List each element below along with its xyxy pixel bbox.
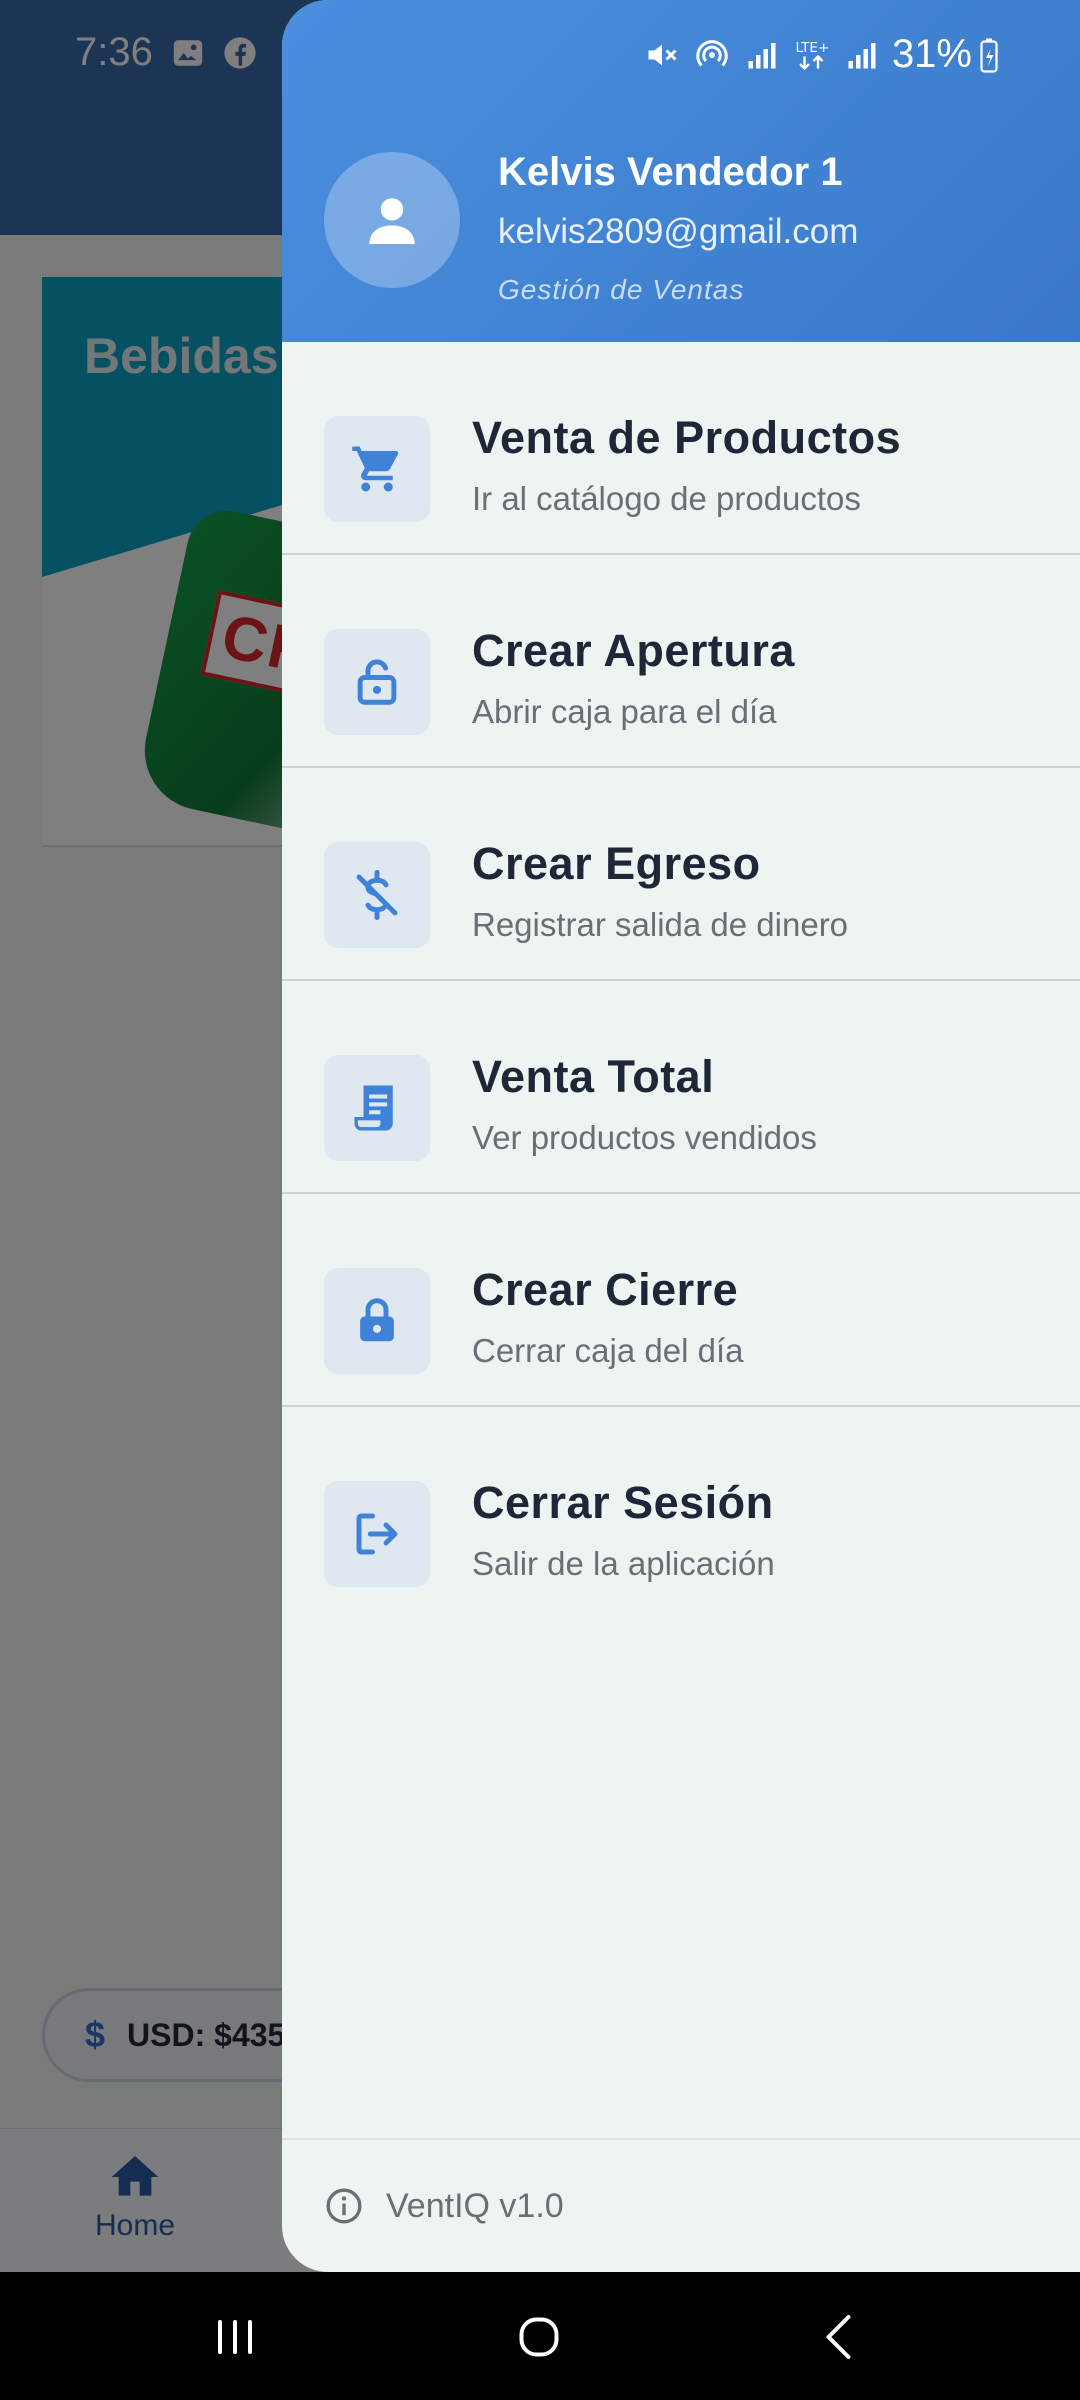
info-icon (326, 2188, 362, 2224)
drawer-menu: Venta de Productos Ir al catálogo de pro… (282, 342, 1080, 1620)
menu-item-title: Crear Egreso (472, 838, 761, 889)
menu-item-subtitle: Ver productos vendidos (472, 1119, 817, 1156)
menu-item-subtitle: Registrar salida de dinero (472, 906, 849, 943)
cart-icon (352, 446, 399, 492)
signal-icon (848, 42, 876, 68)
mute-icon (648, 44, 677, 65)
lte-text: LTE+ (795, 40, 829, 56)
menu-item-subtitle: Abrir caja para el día (472, 693, 777, 730)
recent-apps-button[interactable] (200, 2302, 270, 2372)
lte-icon: LTE+ (795, 40, 829, 70)
drawer-footer: VentIQ v1.0 (282, 2138, 1080, 2272)
unlock-icon (357, 659, 397, 705)
menu-item-crear-cierre[interactable]: Crear Cierre Cerrar caja del día (282, 1194, 1080, 1407)
hotspot-icon (696, 39, 728, 67)
menu-item-subtitle: Cerrar caja del día (472, 1332, 744, 1369)
menu-item-venta-total[interactable]: Venta Total Ver productos vendidos (282, 981, 1080, 1194)
user-role: Gestión de Ventas (498, 274, 745, 305)
receipt-icon (354, 1085, 393, 1131)
menu-item-title: Crear Cierre (472, 1264, 739, 1315)
menu-item-subtitle: Ir al catálogo de productos (472, 480, 861, 517)
lock-icon (360, 1298, 394, 1342)
navigation-drawer: LTE+ 31% Kelvis Vendedor 1 kelvis2809@gm… (282, 0, 1080, 2272)
menu-item-venta-productos[interactable]: Venta de Productos Ir al catálogo de pro… (282, 342, 1080, 555)
recent-apps-icon (218, 2320, 252, 2354)
logout-icon (356, 1513, 398, 1555)
back-icon (826, 2315, 851, 2359)
home-button[interactable] (504, 2302, 574, 2372)
back-button[interactable] (806, 2302, 876, 2372)
app-version: VentIQ v1.0 (386, 2186, 564, 2225)
avatar (324, 152, 460, 288)
user-email: kelvis2809@gmail.com (498, 212, 859, 251)
drawer-header: LTE+ 31% Kelvis Vendedor 1 kelvis2809@gm… (282, 0, 1080, 342)
menu-item-cerrar-sesion[interactable]: Cerrar Sesión Salir de la aplicación (282, 1407, 1080, 1620)
system-navigation-bar (0, 2272, 1080, 2400)
menu-item-crear-apertura[interactable]: Crear Apertura Abrir caja para el día (282, 555, 1080, 768)
battery-icon (980, 38, 998, 73)
menu-item-title: Cerrar Sesión (472, 1477, 774, 1528)
money-off-icon (356, 870, 398, 920)
status-bar-right: LTE+ 31% (630, 32, 1002, 77)
battery-percent: 31% (891, 32, 972, 76)
menu-item-title: Venta de Productos (472, 412, 902, 463)
home-circle-icon (519, 2317, 559, 2357)
menu-item-crear-egreso[interactable]: Crear Egreso Registrar salida de dinero (282, 768, 1080, 981)
signal-icon (748, 42, 776, 68)
person-icon (369, 198, 415, 244)
menu-item-subtitle: Salir de la aplicación (472, 1545, 775, 1582)
user-name: Kelvis Vendedor 1 (498, 150, 843, 194)
menu-item-title: Venta Total (472, 1051, 715, 1102)
menu-item-title: Crear Apertura (472, 625, 795, 676)
